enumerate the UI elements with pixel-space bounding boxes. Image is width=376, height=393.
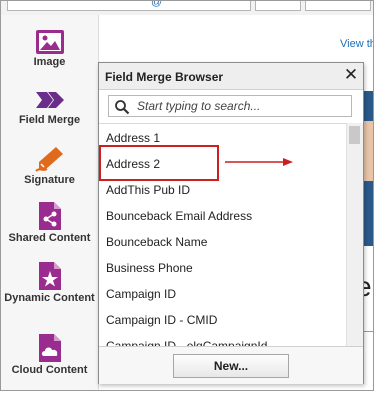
field-merge-icon: [35, 92, 64, 108]
list-item[interactable]: Bounceback Email Address: [106, 209, 252, 223]
list-item[interactable]: Address 1: [106, 131, 160, 145]
close-icon[interactable]: ✕: [342, 66, 360, 84]
tool-palette: Image Field Merge Signature Shared Conte…: [1, 15, 99, 390]
top-address-field[interactable]: @: [7, 0, 251, 11]
tool-signature[interactable]: Signature: [1, 145, 98, 187]
tool-field-merge-label: Field Merge: [18, 114, 81, 126]
tool-image-label: Image: [33, 56, 66, 68]
tool-signature-label: Signature: [24, 174, 75, 186]
annotation-arrow-icon: [225, 158, 293, 166]
tool-shared-content[interactable]: Shared Content: [1, 201, 98, 245]
list-item[interactable]: Campaign ID - CMID: [106, 313, 217, 327]
search-box: [108, 95, 352, 117]
top-field-symbol: @: [151, 0, 163, 8]
field-merge-browser-dialog: Field Merge Browser ✕ Address 1 Address …: [98, 62, 364, 384]
tool-field-merge[interactable]: Field Merge: [1, 87, 98, 127]
app-frame: @ View th eb Image Field Merge: [0, 0, 374, 391]
top-bar: @: [1, 0, 373, 15]
image-icon: [35, 30, 64, 54]
list-item[interactable]: Campaign ID: [106, 287, 176, 301]
new-button[interactable]: New...: [173, 354, 289, 378]
cloud-content-icon: [38, 334, 61, 362]
list-scrollbar[interactable]: [346, 123, 363, 346]
search-icon: [115, 100, 130, 115]
top-field-3[interactable]: [305, 1, 371, 11]
dialog-title: Field Merge Browser: [105, 70, 224, 84]
highlight-box: [99, 145, 219, 181]
tool-shared-content-label: Shared Content: [8, 232, 91, 244]
tool-cloud-content[interactable]: Cloud Content: [1, 333, 98, 377]
list-item[interactable]: AddThis Pub ID: [106, 183, 190, 197]
top-field-2[interactable]: [255, 1, 301, 11]
tool-dynamic-content-label: Dynamic Content: [4, 292, 95, 304]
signature-pen-icon: [34, 147, 63, 172]
dialog-footer: New...: [99, 346, 363, 384]
search-input[interactable]: [137, 98, 342, 114]
view-link[interactable]: View th: [340, 38, 373, 50]
shared-content-icon: [38, 202, 61, 230]
tool-image[interactable]: Image: [1, 29, 98, 69]
dynamic-content-icon: [38, 262, 61, 290]
tool-cloud-content-label: Cloud Content: [11, 364, 88, 376]
scrollbar-thumb[interactable]: [349, 126, 360, 144]
tool-dynamic-content[interactable]: Dynamic Content: [1, 261, 98, 305]
dialog-header: Field Merge Browser ✕: [99, 63, 363, 90]
list-item[interactable]: Bounceback Name: [106, 235, 207, 249]
list-item[interactable]: Business Phone: [106, 261, 193, 275]
